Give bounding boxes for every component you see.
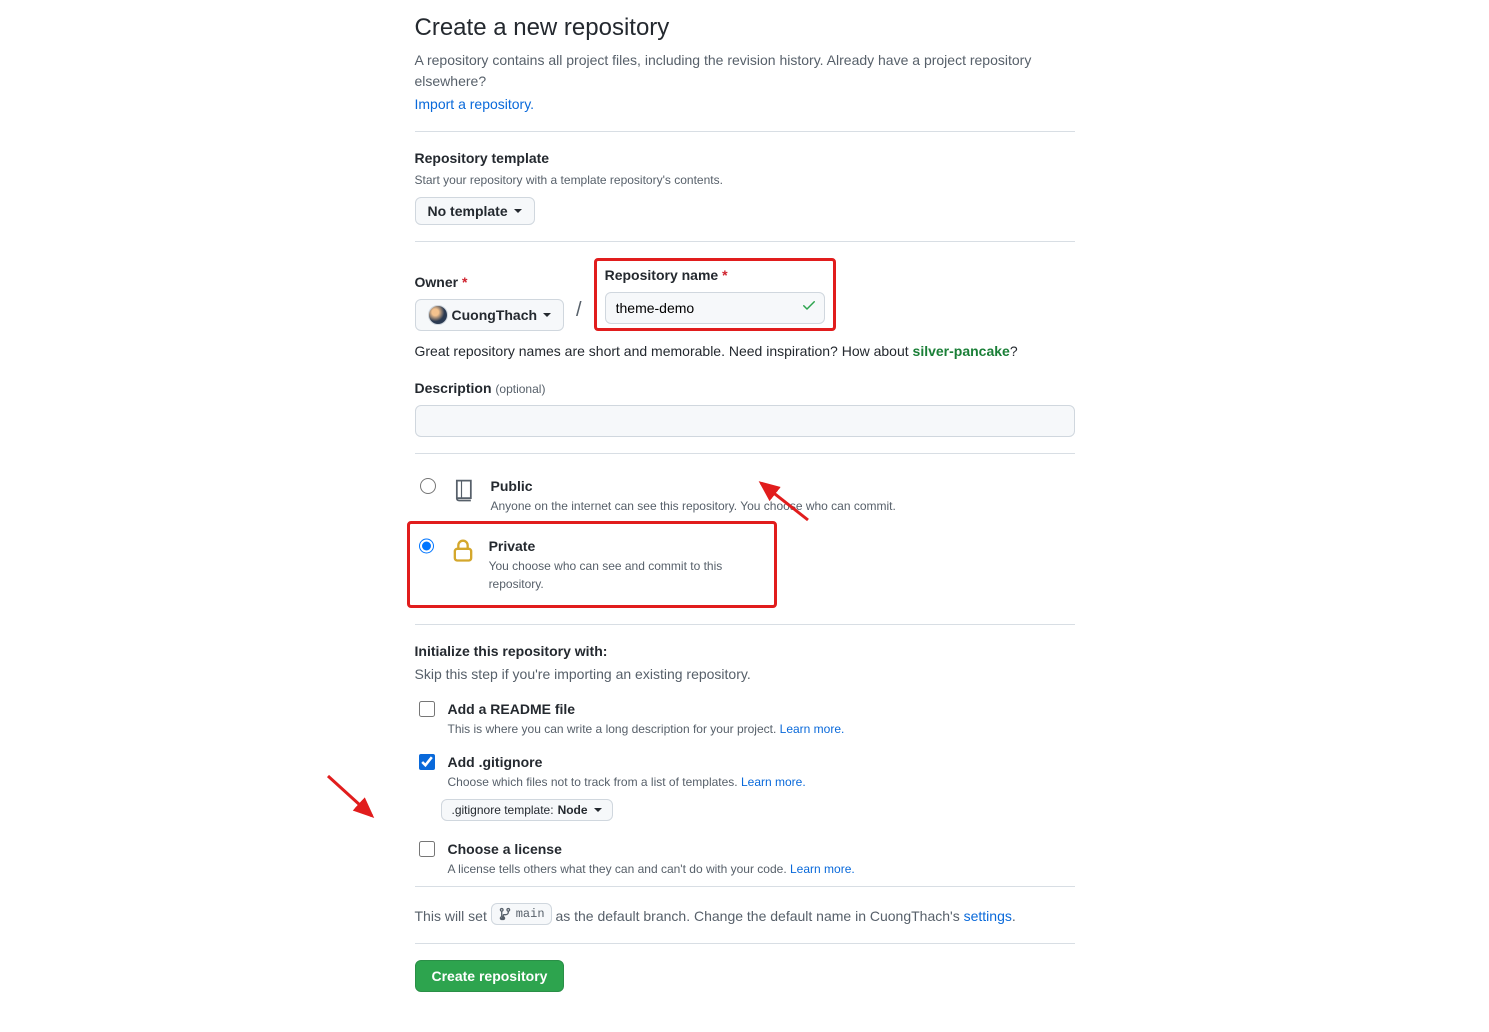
readme-checkbox[interactable] — [419, 701, 435, 717]
divider — [415, 131, 1075, 132]
repo-name-label: Repository name * — [605, 265, 825, 286]
gitignore-template-value: Node — [558, 803, 588, 817]
readme-title: Add a README file — [448, 699, 845, 720]
caret-down-icon — [594, 808, 602, 812]
description-label: Description (optional) — [415, 378, 1075, 399]
divider — [415, 624, 1075, 625]
page-title: Create a new repository — [415, 10, 1075, 46]
default-branch-note: This will set main as the default branch… — [415, 903, 1075, 927]
divider — [415, 453, 1075, 454]
visibility-public-row[interactable]: Public Anyone on the internet can see th… — [415, 470, 1075, 521]
owner-label: Owner * — [415, 272, 565, 293]
license-row[interactable]: Choose a license A license tells others … — [415, 839, 1075, 878]
name-hint: Great repository names are short and mem… — [415, 341, 1075, 362]
annotation-arrow-create — [322, 770, 382, 825]
repo-name-input[interactable] — [605, 292, 825, 324]
divider — [415, 886, 1075, 887]
license-checkbox[interactable] — [419, 841, 435, 857]
repo-icon — [451, 476, 479, 510]
readme-row[interactable]: Add a README file This is where you can … — [415, 699, 1075, 738]
public-desc: Anyone on the internet can see this repo… — [491, 497, 896, 515]
visibility-private-row[interactable]: Private You choose who can see and commi… — [414, 530, 764, 599]
readme-desc: This is where you can write a long descr… — [448, 720, 845, 738]
gitignore-template-dropdown[interactable]: .gitignore template: Node — [441, 799, 613, 821]
template-sub: Start your repository with a template re… — [415, 171, 1075, 189]
branch-name: main — [516, 905, 545, 923]
avatar — [428, 305, 448, 325]
gitignore-desc: Choose which files not to track from a l… — [448, 773, 806, 791]
public-title: Public — [491, 476, 896, 497]
template-heading: Repository template — [415, 148, 1075, 169]
git-branch-icon — [498, 907, 512, 921]
gitignore-checkbox[interactable] — [419, 754, 435, 770]
check-icon — [801, 297, 817, 319]
lock-icon — [449, 536, 477, 570]
init-heading: Initialize this repository with: — [415, 641, 1075, 662]
template-dropdown-label: No template — [428, 203, 508, 219]
public-radio[interactable] — [420, 478, 436, 494]
license-title: Choose a license — [448, 839, 855, 860]
license-desc: A license tells others what they can and… — [448, 860, 855, 878]
slash-separator: / — [572, 295, 586, 331]
create-repository-button[interactable]: Create repository — [415, 960, 565, 992]
annotation-highlight-private: Private You choose who can see and commi… — [407, 521, 777, 608]
gitignore-template-prefix: .gitignore template: — [452, 803, 554, 817]
owner-dropdown[interactable]: CuongThach — [415, 299, 565, 331]
annotation-highlight-repo-name: Repository name * — [594, 258, 836, 331]
branch-badge: main — [491, 903, 552, 925]
template-dropdown[interactable]: No template — [415, 197, 535, 225]
settings-link[interactable]: settings — [964, 908, 1012, 924]
gitignore-row[interactable]: Add .gitignore Choose which files not to… — [415, 752, 1075, 791]
caret-down-icon — [514, 209, 522, 213]
description-input[interactable] — [415, 405, 1075, 437]
gitignore-title: Add .gitignore — [448, 752, 806, 773]
divider — [415, 943, 1075, 944]
gitignore-learn-more[interactable]: Learn more. — [741, 775, 806, 789]
divider — [415, 241, 1075, 242]
private-title: Private — [489, 536, 764, 557]
caret-down-icon — [543, 313, 551, 317]
license-learn-more[interactable]: Learn more. — [790, 862, 855, 876]
name-suggestion[interactable]: silver-pancake — [913, 343, 1010, 359]
private-radio[interactable] — [419, 538, 434, 554]
private-desc: You choose who can see and commit to thi… — [489, 557, 764, 593]
page-subtitle: A repository contains all project files,… — [415, 50, 1075, 92]
readme-learn-more[interactable]: Learn more. — [780, 722, 845, 736]
init-sub: Skip this step if you're importing an ex… — [415, 664, 1075, 685]
owner-username: CuongThach — [452, 307, 538, 323]
import-repo-link[interactable]: Import a repository. — [415, 96, 535, 112]
